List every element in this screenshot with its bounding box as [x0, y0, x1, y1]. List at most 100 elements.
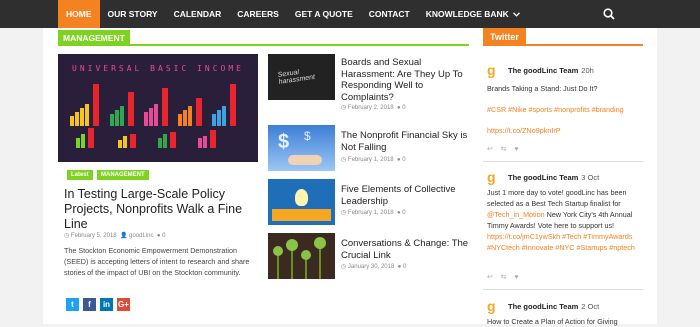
twitter-widget-header: Twitter	[483, 28, 643, 46]
tweet-link[interactable]: https://t.co/ZNo9pknIrP	[487, 125, 645, 136]
article-meta-boards: ◷ February 2, 2018 ● 0	[341, 104, 406, 111]
article-meta-conversations: ◷ January 30, 2018 ● 0	[341, 263, 406, 270]
nav-item-get-a-quote[interactable]: GET A QUOTE	[287, 0, 361, 28]
article-title-financial-sky[interactable]: The Nonprofit Financial Sky is Not Falli…	[341, 130, 469, 153]
article-meta-financial-sky: ◷ February 1, 2018 ● 0	[341, 156, 406, 163]
article-image-caption: Sexual harassment	[277, 69, 316, 86]
tweet-body: Brands Taking a Stand: Just Do It? #CSR …	[487, 83, 645, 136]
comment-icon: ●	[396, 210, 401, 216]
retweet-icon[interactable]: ⇆	[501, 146, 507, 153]
article-comments[interactable]: 0	[402, 210, 405, 216]
reply-icon[interactable]: ↩	[487, 146, 493, 153]
tweet-mention[interactable]: @Tech_in_Motion	[487, 210, 545, 219]
dollar-cloud-icon: $	[304, 129, 311, 143]
article-image-conversations[interactable]	[268, 233, 335, 279]
tweet-author[interactable]: The goodLinc Team 20h	[508, 66, 594, 75]
linkedin-icon[interactable]: in	[100, 298, 113, 311]
lightbulb-icon	[295, 189, 308, 206]
goodlinc-logo-icon[interactable]: g	[487, 170, 501, 184]
tweet-hashtags-more[interactable]: #Startups #nptech	[577, 243, 635, 252]
article-image-collective-leadership[interactable]	[268, 179, 335, 225]
tweet-author-name: The goodLinc Team	[508, 302, 579, 311]
tweet-link[interactable]: https://t.co/jmC1ywSkh	[487, 232, 560, 241]
featured-excerpt: The Stockton Economic Empowerment Demons…	[64, 246, 250, 277]
nav-item-knowledge-bank-label: KNOWLEDGE BANK	[425, 9, 509, 19]
hands-icon	[272, 209, 331, 221]
article-comments[interactable]: 0	[402, 157, 405, 163]
featured-author[interactable]: goodLinc	[129, 233, 153, 239]
tag-management[interactable]: MANAGEMENT	[97, 170, 149, 180]
comment-icon: ●	[396, 157, 401, 163]
tweet-text: Just 1 more day to vote! goodLinc has be…	[487, 188, 627, 208]
tweet-time[interactable]: 2 Oct	[581, 302, 599, 311]
tweet-author[interactable]: The goodLinc Team 3 Oct	[508, 173, 599, 182]
twitter-icon[interactable]: t	[66, 298, 79, 311]
top-navigation-bar: HOME OUR STORY CALENDAR CAREERS GET A QU…	[0, 0, 700, 28]
nav-item-knowledge-bank[interactable]: KNOWLEDGE BANK	[418, 0, 528, 28]
nav-item-calendar[interactable]: CALENDAR	[166, 0, 230, 28]
tweet-body: How to Create a Plan of Action for Givin…	[487, 316, 645, 327]
like-icon[interactable]: ♥	[514, 274, 518, 281]
clock-icon: ◷	[341, 157, 347, 163]
nav-item-careers[interactable]: CAREERS	[229, 0, 287, 28]
goodlinc-logo-icon[interactable]: g	[487, 299, 501, 313]
nav-item-home[interactable]: HOME	[58, 0, 100, 28]
featured-comments[interactable]: 0	[162, 233, 165, 239]
featured-date[interactable]: February 5, 2018	[71, 233, 117, 239]
article-date[interactable]: February 2, 2018	[348, 105, 394, 111]
nav-item-our-story[interactable]: OUR STORY	[100, 0, 166, 28]
hand-icon	[288, 155, 322, 165]
tweet-author[interactable]: The goodLinc Team 2 Oct	[508, 302, 599, 311]
article-meta-collective-leadership: ◷ February 1, 2018 ● 0	[341, 209, 406, 216]
tweet-text: How to Create a Plan of Action for Givin…	[487, 317, 618, 326]
featured-meta: ◷ February 5, 2018 👤 goodLinc ● 0	[64, 232, 165, 239]
tweet-hashtags[interactable]: #CSR #Nike #sports #nonprofits #branding	[487, 104, 645, 115]
featured-title[interactable]: In Testing Large-Scale Policy Projects, …	[64, 187, 259, 232]
facebook-icon[interactable]: f	[83, 298, 96, 311]
tweet-time[interactable]: 20h	[581, 66, 594, 75]
featured-image[interactable]: UNIVERSAL BASIC INCOME	[58, 54, 258, 162]
tweet-text: Brands Taking a Stand: Just Do It?	[487, 84, 598, 93]
article-title-boards[interactable]: Boards and Sexual Harassment: Are They U…	[341, 57, 469, 103]
clock-icon: ◷	[64, 233, 70, 239]
tag-latest[interactable]: Latest	[67, 170, 93, 180]
tweet-divider	[483, 161, 643, 162]
article-image-financial-sky[interactable]: $ $	[268, 125, 335, 171]
clock-icon: ◷	[341, 264, 347, 270]
article-date[interactable]: February 1, 2018	[348, 157, 394, 163]
main-nav: HOME OUR STORY CALENDAR CAREERS GET A QU…	[58, 0, 528, 28]
google-plus-icon[interactable]: G+	[117, 298, 130, 311]
tweet-author-name: The goodLinc Team	[508, 66, 579, 75]
user-icon: 👤	[119, 233, 128, 239]
chevron-down-icon	[513, 12, 521, 17]
tweet-actions: ↩ ⇆ ♥	[487, 273, 518, 281]
comment-icon: ●	[396, 105, 401, 111]
retweet-icon[interactable]: ⇆	[501, 274, 507, 281]
twitter-widget-title: Twitter	[483, 28, 526, 46]
comment-icon: ●	[397, 264, 402, 270]
article-title-collective-leadership[interactable]: Five Elements of Collective Leadership	[341, 184, 469, 207]
tweet-time[interactable]: 3 Oct	[581, 173, 599, 182]
nav-item-contact[interactable]: CONTACT	[361, 0, 418, 28]
article-title-conversations[interactable]: Conversations & Change: The Crucial Link	[341, 238, 469, 261]
article-image-sexual-harassment[interactable]: Sexual harassment	[268, 54, 335, 100]
dollar-cloud-icon: $	[278, 131, 290, 153]
like-icon[interactable]: ♥	[514, 146, 518, 153]
article-date[interactable]: January 30, 2018	[348, 264, 394, 270]
section-title: MANAGEMENT	[58, 30, 130, 46]
clock-icon: ◷	[341, 105, 347, 111]
tweet-author-name: The goodLinc Team	[508, 173, 579, 182]
bar-chart-illustration	[70, 84, 236, 148]
article-comments[interactable]: 0	[403, 264, 406, 270]
search-icon[interactable]	[603, 8, 615, 20]
article-date[interactable]: February 1, 2018	[348, 210, 394, 216]
goodlinc-logo-icon[interactable]: g	[487, 63, 501, 77]
tweet-divider	[483, 289, 643, 290]
plants-illustration	[273, 237, 326, 279]
comment-icon: ●	[156, 233, 161, 239]
tweet-actions: ↩ ⇆ ♥	[487, 145, 518, 153]
reply-icon[interactable]: ↩	[487, 274, 493, 281]
tweet-body: Just 1 more day to vote! goodLinc has be…	[487, 187, 645, 253]
article-comments[interactable]: 0	[402, 105, 405, 111]
section-header: MANAGEMENT	[58, 30, 469, 46]
